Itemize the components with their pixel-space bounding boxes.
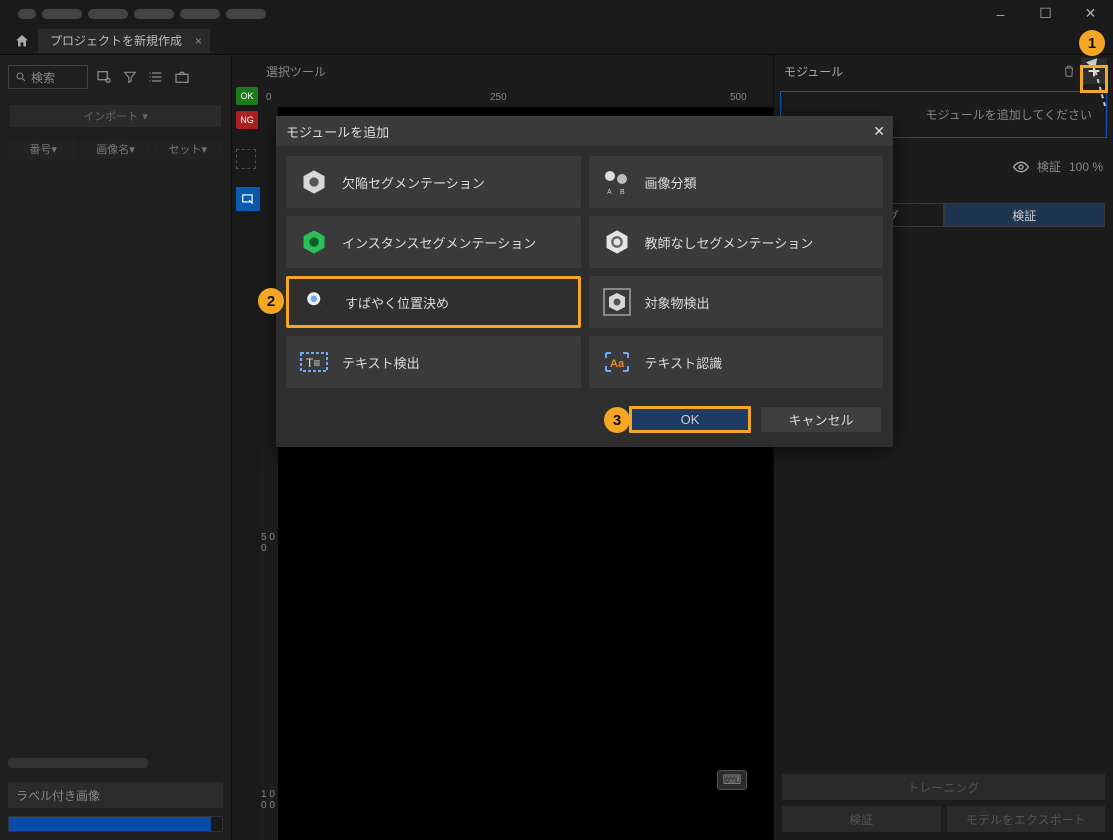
show-label: を表示 <box>784 158 820 175</box>
label-progress <box>8 816 223 832</box>
add-module-button[interactable] <box>1081 58 1107 84</box>
canvas-panel: 選択ツール 0 250 500 OK NG 5 0 0 1 0 0 0 ⌨ <box>232 55 773 840</box>
import-button[interactable]: インポート ▾ <box>10 105 221 127</box>
labeled-images-header[interactable]: ラベル付き画像 <box>8 782 223 808</box>
canvas-header: 選択ツール <box>232 55 773 87</box>
camera-icon[interactable] <box>172 67 192 87</box>
verify-button[interactable]: 検証 <box>782 806 941 832</box>
canvas[interactable]: 5 0 0 1 0 0 0 ⌨ <box>260 107 773 840</box>
image-filter-icon[interactable] <box>94 67 114 87</box>
tab-label: プロジェクトを新規作成 <box>50 32 182 49</box>
filter-image-name[interactable]: 画像名▾ <box>80 139 150 159</box>
tab-close-icon[interactable]: × <box>195 34 202 48</box>
crop-tool-icon[interactable] <box>236 149 256 169</box>
tab-training[interactable]: トレーニング <box>782 203 944 227</box>
ruler-vertical: 5 0 0 1 0 0 0 <box>260 107 278 840</box>
tabs-bar: プロジェクトを新規作成 × <box>0 27 1113 55</box>
titlebar: – ☐ ✕ <box>0 0 1113 27</box>
eye-icon[interactable] <box>1013 161 1029 173</box>
ng-badge[interactable]: NG <box>236 111 258 129</box>
funnel-icon[interactable] <box>120 67 140 87</box>
tab-verify[interactable]: 検証 <box>944 203 1106 227</box>
maximize-button[interactable]: ☐ <box>1023 0 1068 27</box>
tab-project[interactable]: プロジェクトを新規作成 × <box>38 29 210 53</box>
placeholder-bar <box>8 758 148 768</box>
right-panel: モジュール モジュールを追加してください を表示 ? 検証 100 % トレーニ… <box>773 55 1113 840</box>
search-input[interactable]: 検索 <box>8 65 88 89</box>
keyboard-icon[interactable]: ⌨ <box>717 770 747 790</box>
verify-label: 検証 <box>1037 158 1061 175</box>
right-panel-title: モジュール <box>784 63 843 80</box>
minimize-button[interactable]: – <box>978 0 1023 27</box>
verify-percent: 100 % <box>1069 160 1103 174</box>
help-icon[interactable]: ? <box>828 159 844 175</box>
module-placeholder: モジュールを追加してください <box>780 91 1107 138</box>
select-tool-icon[interactable] <box>236 187 260 211</box>
list-icon[interactable] <box>146 67 166 87</box>
filter-number[interactable]: 番号▾ <box>8 139 78 159</box>
home-icon[interactable] <box>10 29 34 53</box>
search-placeholder: 検索 <box>31 69 55 86</box>
ok-badge[interactable]: OK <box>236 87 258 105</box>
trash-icon[interactable] <box>1057 59 1081 83</box>
import-label: インポート <box>83 108 138 124</box>
ruler-horizontal: 0 250 500 <box>260 87 773 107</box>
training-button[interactable]: トレーニング <box>782 774 1105 800</box>
export-model-button[interactable]: モデルをエクスポート <box>947 806 1106 832</box>
filter-set[interactable]: セット▾ <box>153 139 223 159</box>
dropdown-caret-icon: ▾ <box>142 110 148 123</box>
close-window-button[interactable]: ✕ <box>1068 0 1113 27</box>
left-sidebar: 検索 インポート ▾ 番号▾ 画像名▾ セット▾ ラベ <box>0 55 232 840</box>
